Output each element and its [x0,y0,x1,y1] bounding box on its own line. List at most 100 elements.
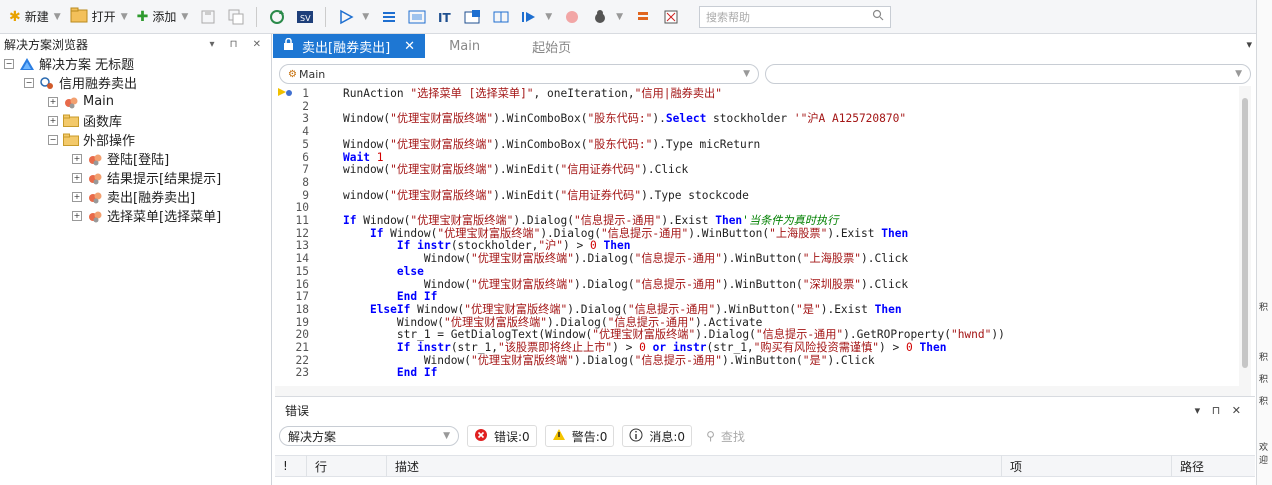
debug-icon[interactable] [590,7,610,27]
explorer-window-controls[interactable]: ▾ ⊓ ✕ [209,39,267,50]
save-all-icon[interactable] [226,7,246,27]
report-icon[interactable] [661,7,681,27]
debug-dropdown-arrow[interactable]: ▼ [616,12,623,22]
code-editor[interactable]: 1 RunAction "选择菜单 [选择菜单]", oneIteration,"… [275,86,1251,386]
open-button[interactable]: 打开 [67,4,119,30]
object-repository-icon[interactable] [407,7,427,27]
tab-start-page[interactable]: 起始页 [492,34,583,58]
add-dropdown-arrow[interactable]: ▼ [181,12,188,22]
member-selector[interactable]: ▼ [765,64,1251,84]
find-button[interactable]: ⚲ 查找 [700,425,751,447]
col-line[interactable]: 行 [307,455,387,477]
tree-item[interactable]: + 选择菜单[选择菜单] [0,206,271,225]
code-line[interactable]: 22 Window("优理宝财富版终端").Dialog("信息提示-通用").… [275,354,875,367]
col-severity[interactable]: ! [275,455,307,477]
tab-main[interactable]: Main [425,34,492,58]
errors-filter-button[interactable]: 错误:0 [467,425,537,447]
messages-filter-button[interactable]: 消息:0 [622,425,693,447]
expand-icon[interactable]: + [72,210,82,221]
editor-vertical-scrollbar[interactable] [1239,86,1251,386]
tree-item[interactable]: + Main [0,92,271,111]
line-number: 12 [295,226,309,240]
add-button[interactable]: ✚ 添加 [134,4,180,30]
code-text: window("优理宝财富版终端").WinEdit("信用证券代码").Typ… [343,188,749,202]
checkpoint-icon[interactable] [463,7,483,27]
record-icon[interactable]: SV [295,7,315,27]
code-line[interactable]: 4 [275,125,343,138]
code-line[interactable]: 10 [275,201,343,214]
tree-item[interactable]: − 解决方案 无标题 [0,54,271,73]
scope-select[interactable]: 解决方案 ▼ [279,426,459,446]
action-selector[interactable]: ⚙ Main ▼ [279,64,759,84]
step-icon[interactable] [519,7,539,27]
code-line[interactable]: 21 If instr(str_1,"该股票即将终止上市") > 0 or in… [275,341,947,354]
open-dropdown-arrow[interactable]: ▼ [121,12,128,22]
expand-icon[interactable]: + [72,172,82,183]
tree-item[interactable]: + 函数库 [0,111,271,130]
new-dropdown-arrow[interactable]: ▼ [54,12,61,22]
line-number: 6 [302,150,309,164]
code-line[interactable]: 11 If Window("优理宝财富版终端").Dialog("信息提示-通用"… [275,214,839,227]
code-line[interactable]: 15 else [275,265,424,278]
line-number: 9 [302,188,309,202]
editor-horizontal-scrollbar[interactable] [275,386,1251,396]
collapse-icon[interactable]: − [24,77,34,88]
help-search-input[interactable]: 搜索帮助 [699,5,892,28]
breakpoint-icon[interactable] [562,7,582,27]
tree-item[interactable]: + 结果提示[结果提示] [0,168,271,187]
code-line[interactable]: 18 ElseIf Window("优理宝财富版终端").Dialog("信息提… [275,303,902,316]
code-line[interactable]: 13 If instr(stockholder,"沪") > 0 Then [275,239,631,252]
step-dropdown-arrow[interactable]: ▼ [545,12,552,22]
tree-item[interactable]: + 登陆[登陆] [0,149,271,168]
code-line[interactable]: 12 If Window("优理宝财富版终端").Dialog("信息提示-通用… [275,226,909,240]
search-icon[interactable] [872,9,884,24]
book-icon[interactable] [491,7,511,27]
filter-icon: ⚲ [706,429,715,443]
col-description[interactable]: 描述 [387,455,1002,477]
code-line[interactable]: 5 Window("优理宝财富版终端").WinComboBox("股东代码:")… [275,138,760,151]
new-icon: ✱ [9,8,21,25]
text-format-icon[interactable]: IT [435,7,455,27]
list-icon[interactable] [379,7,399,27]
flag-icon[interactable] [633,7,653,27]
code-line[interactable]: 7 window("优理宝财富版终端").WinEdit("信用证券代码").Cl… [275,163,688,176]
refresh-icon[interactable] [267,7,287,27]
line-number: 11 [295,214,309,227]
col-item[interactable]: 项 [1002,455,1172,477]
code-line[interactable]: 17 End If [275,290,438,303]
code-line[interactable]: 3 Window("优理宝财富版终端").WinComboBox("股东代码:")… [275,112,906,125]
error-panel-controls[interactable]: ▾ ⊓ ✕ [1195,404,1245,417]
save-icon[interactable] [198,7,218,27]
tree-item[interactable]: − 外部操作 [0,130,271,149]
expand-icon[interactable]: + [72,191,82,202]
side-label: 积 [1259,303,1269,313]
code-line[interactable]: 6 Wait 1 [275,151,383,164]
code-line[interactable]: 19 Window("优理宝财富版终端").Dialog("信息提示-通用").… [275,316,763,329]
expand-icon[interactable]: + [48,115,58,126]
code-line[interactable]: 2 [275,100,343,113]
warnings-filter-button[interactable]: 警告:0 [544,425,615,447]
line-number: 7 [302,163,309,177]
expand-icon[interactable]: + [72,153,82,164]
run-dropdown-arrow[interactable]: ▼ [362,12,369,22]
scrollbar-thumb[interactable] [1242,98,1248,368]
code-line[interactable]: 8 [275,176,343,189]
col-path[interactable]: 路径 [1172,455,1252,477]
collapse-icon[interactable]: − [4,58,14,69]
code-line[interactable]: 16 Window("优理宝财富版终端").Dialog("信息提示-通用").… [275,278,909,291]
collapse-icon[interactable]: − [48,134,58,145]
run-icon[interactable] [336,7,356,27]
code-line[interactable]: 20 str_1 = GetDialogText(Window("优理宝财富版终… [275,328,1005,341]
action-icon [87,190,103,204]
code-line[interactable]: 23 End If [275,366,438,379]
tree-item[interactable]: + 卖出[融券卖出] [0,187,271,206]
tab-list-icon[interactable]: ▾ [1246,38,1252,51]
new-button[interactable]: ✱ 新建 [6,4,52,30]
expand-icon[interactable]: + [48,96,58,107]
tree-item[interactable]: − 信用融券卖出 [0,73,271,92]
code-line[interactable]: 14 Window("优理宝财富版终端").Dialog("信息提示-通用").… [275,252,909,265]
tab-sell-short[interactable]: 卖出[融券卖出] ✕ [273,34,426,58]
close-icon[interactable]: ✕ [404,39,415,54]
code-line[interactable]: 1 RunAction "选择菜单 [选择菜单]", oneIteration,"… [275,87,722,100]
code-line[interactable]: 9 window("优理宝财富版终端").WinEdit("信用证券代码").Ty… [275,189,749,202]
